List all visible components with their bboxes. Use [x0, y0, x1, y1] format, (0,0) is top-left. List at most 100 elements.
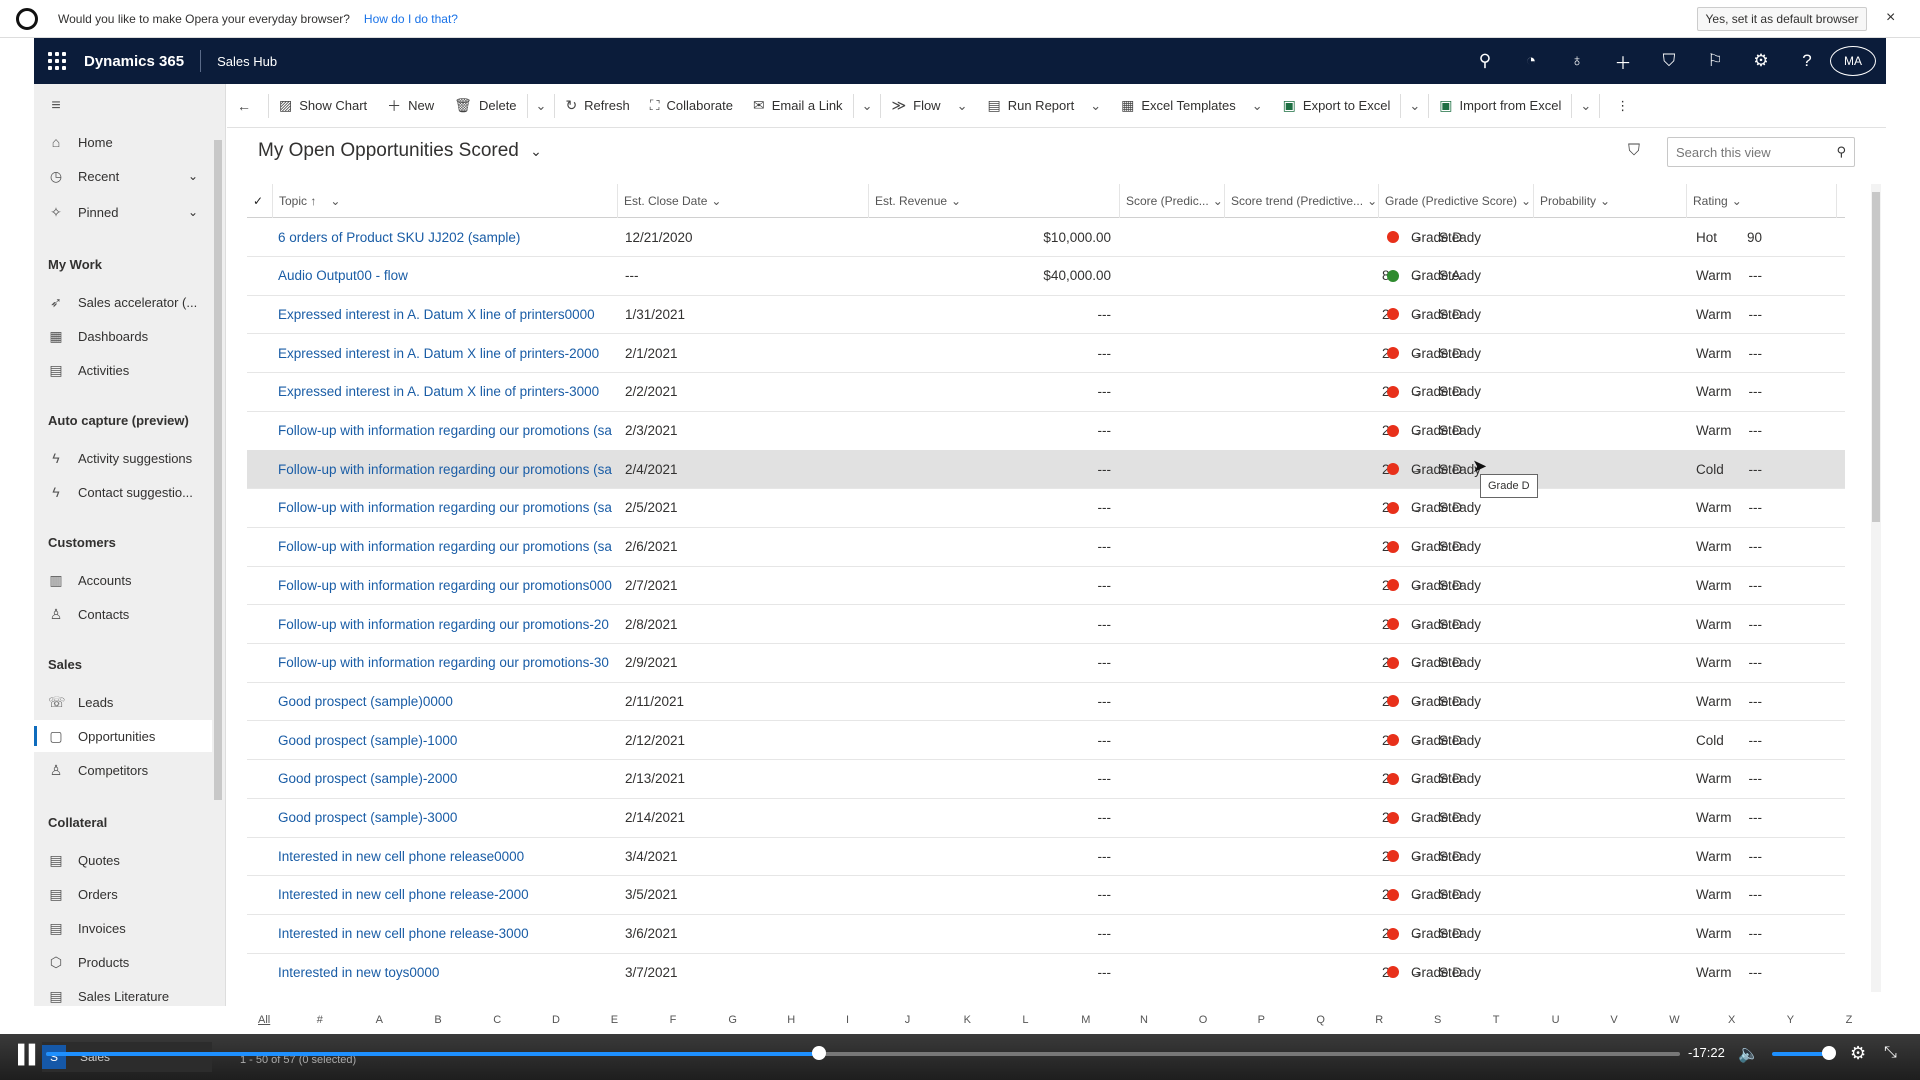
topic-link[interactable]: Good prospect (sample)-2000	[278, 760, 618, 798]
video-seek-handle[interactable]	[812, 1046, 826, 1060]
set-default-button[interactable]: Yes, set it as default browser	[1697, 7, 1867, 31]
app-name[interactable]: Dynamics 365	[84, 53, 184, 70]
sidebar-item-sales-accelerator[interactable]: ➶ Sales accelerator (...	[34, 286, 212, 318]
chevron-down-icon[interactable]: ⌄	[188, 205, 198, 219]
sidebar-item-accounts[interactable]: ▥ Accounts	[34, 564, 212, 596]
alphabet-filter-u[interactable]: U	[1552, 1014, 1560, 1026]
sidebar-item-contacts[interactable]: ♙ Contacts	[34, 598, 212, 630]
table-row[interactable]: Audio Output00 - flow---$40,000.0080→Ste…	[247, 257, 1845, 296]
table-row[interactable]: Interested in new cell phone release-200…	[247, 876, 1845, 915]
sidebar-item-contact-suggestions[interactable]: ϟ Contact suggestio...	[34, 476, 212, 508]
alphabet-filter-p[interactable]: P	[1258, 1014, 1265, 1026]
new-button[interactable]: ＋ New	[377, 84, 444, 128]
table-row[interactable]: 6 orders of Product SKU JJ202 (sample) 12…	[247, 218, 1845, 257]
topic-link[interactable]: Follow-up with information regarding our…	[278, 450, 618, 488]
alphabet-filter-z[interactable]: Z	[1846, 1014, 1853, 1026]
alphabet-filter-w[interactable]: W	[1669, 1014, 1679, 1026]
alphabet-filter-c[interactable]: C	[493, 1014, 501, 1026]
export-more-dropdown[interactable]: ⌄	[1401, 84, 1428, 128]
sidebar-item-opportunities[interactable]: ▢ Opportunities	[34, 720, 212, 752]
table-row[interactable]: Follow-up with information regarding our…	[247, 489, 1845, 528]
alphabet-filter-t[interactable]: T	[1493, 1014, 1500, 1026]
sidebar-item-competitors[interactable]: ♙ Competitors	[34, 754, 212, 786]
alphabet-filter-l[interactable]: L	[1022, 1014, 1028, 1026]
topic-link[interactable]: Expressed interest in A. Datum X line of…	[278, 334, 618, 372]
alphabet-filter-hash[interactable]: #	[317, 1014, 323, 1026]
search-icon[interactable]: ⚲	[1462, 51, 1508, 71]
back-button[interactable]: ←	[227, 84, 268, 128]
alphabet-filter-f[interactable]: F	[670, 1014, 677, 1026]
filter-icon[interactable]: ⛉	[1628, 142, 1640, 160]
refresh-button[interactable]: ↻ Refresh	[555, 84, 639, 128]
lightbulb-icon[interactable]: ♁	[1554, 51, 1600, 71]
sidebar-item-leads[interactable]: ☏ Leads	[34, 686, 212, 718]
alphabet-filter-all[interactable]: All	[258, 1014, 270, 1026]
alphabet-filter-r[interactable]: R	[1375, 1014, 1383, 1026]
select-all-checkbox[interactable]: ✓	[247, 184, 273, 218]
delete-button[interactable]: 🗑 Delete	[444, 84, 526, 128]
topic-link[interactable]: Follow-up with information regarding our…	[278, 528, 618, 566]
run-report-button[interactable]: ▤ Run Report ⌄	[977, 84, 1111, 128]
collaborate-button[interactable]: ⛶ Collaborate	[640, 84, 743, 128]
table-row[interactable]: Interested in new cell phone release0000…	[247, 837, 1845, 877]
avatar[interactable]: MA	[1830, 46, 1876, 76]
sidebar-item-pinned[interactable]: ✧ Pinned ⌄	[34, 196, 212, 228]
topic-link[interactable]: Follow-up with information regarding our…	[278, 605, 618, 643]
task-icon[interactable]: ◔	[1508, 51, 1554, 71]
feedback-icon[interactable]: ⚐	[1692, 51, 1738, 71]
search-input[interactable]: Search this view ⚲	[1667, 137, 1855, 167]
alphabet-filter-d[interactable]: D	[552, 1014, 560, 1026]
alphabet-filter-k[interactable]: K	[964, 1014, 971, 1026]
topic-link[interactable]: Good prospect (sample)-1000	[278, 721, 618, 759]
topic-link[interactable]: Interested in new cell phone release-200…	[278, 876, 618, 914]
table-row[interactable]: Follow-up with information regarding our…	[247, 450, 1845, 490]
alphabet-filter-x[interactable]: X	[1728, 1014, 1735, 1026]
sidebar-item-quotes[interactable]: ▤ Quotes	[34, 844, 212, 876]
alphabet-filter-q[interactable]: Q	[1316, 1014, 1325, 1026]
fullscreen-icon[interactable]: ⤡	[1884, 1044, 1897, 1062]
scrollbar-thumb[interactable]	[1872, 192, 1880, 522]
close-icon[interactable]: ×	[1886, 9, 1895, 27]
column-header-score-trend[interactable]: Score trend (Predictive... ⌄	[1225, 184, 1379, 218]
topic-link[interactable]: Expressed interest in A. Datum X line of…	[278, 295, 618, 333]
alphabet-filter-b[interactable]: B	[434, 1014, 441, 1026]
alphabet-filter-i[interactable]: I	[846, 1014, 849, 1026]
sidebar-item-orders[interactable]: ▤ Orders	[34, 878, 212, 910]
chevron-down-icon[interactable]: ⌄	[188, 169, 198, 183]
table-row[interactable]: Good prospect (sample)-3000 2/14/2021 --- 2…	[247, 799, 1845, 838]
topic-link[interactable]: Expressed interest in A. Datum X line of…	[278, 373, 618, 411]
sidebar-item-products[interactable]: ⬡ Products	[34, 946, 212, 978]
topic-link[interactable]: Follow-up with information regarding our…	[278, 489, 618, 527]
alphabet-filter-y[interactable]: Y	[1787, 1014, 1794, 1026]
column-header-probability[interactable]: Probability ⌄	[1534, 184, 1687, 218]
import-more-dropdown[interactable]: ⌄	[1572, 84, 1599, 128]
import-excel-button[interactable]: ▣ Import from Excel	[1429, 84, 1571, 128]
topic-link[interactable]: Interested in new cell phone release0000	[278, 837, 618, 875]
sidebar-item-activity-suggestions[interactable]: ϟ Activity suggestions	[34, 442, 212, 474]
topic-link[interactable]: Interested in new cell phone release-300…	[278, 915, 618, 953]
column-header-close-date[interactable]: Est. Close Date ⌄	[618, 184, 869, 218]
topic-link[interactable]: Good prospect (sample)0000	[278, 682, 618, 720]
alphabet-filter-v[interactable]: V	[1610, 1014, 1617, 1026]
alphabet-filter-e[interactable]: E	[611, 1014, 618, 1026]
topic-link[interactable]: Follow-up with information regarding our…	[278, 566, 618, 604]
topic-link[interactable]: Audio Output00 - flow	[278, 257, 618, 295]
column-header-score[interactable]: Score (Predic... ⌄	[1120, 184, 1225, 218]
column-header-topic[interactable]: Topic ↑ ⌄	[273, 184, 618, 218]
delete-more-dropdown[interactable]: ⌄	[528, 84, 555, 128]
column-header-grade[interactable]: Grade (Predictive Score) ⌄	[1379, 184, 1534, 218]
sidebar-item-activities[interactable]: ▤ Activities	[34, 354, 212, 386]
table-row[interactable]: Follow-up with information regarding our…	[247, 566, 1845, 606]
table-row[interactable]: Follow-up with information regarding our…	[247, 605, 1845, 644]
email-link-button[interactable]: ✉ Email a Link	[743, 84, 853, 128]
table-row[interactable]: Interested in new toys00003/7/2021---24→…	[247, 953, 1845, 988]
sidebar-scrollbar[interactable]	[214, 140, 222, 800]
sidebar-item-dashboards[interactable]: ▦ Dashboards	[34, 320, 212, 352]
table-row[interactable]: Good prospect (sample)0000 2/11/2021 --- 24…	[247, 682, 1845, 722]
volume-icon[interactable]: 🔈	[1738, 1044, 1759, 1064]
help-icon[interactable]: ?	[1784, 51, 1830, 71]
sidebar-item-invoices[interactable]: ▤ Invoices	[34, 912, 212, 944]
email-more-dropdown[interactable]: ⌄	[854, 84, 881, 128]
table-row[interactable]: Interested in new cell phone release-300…	[247, 915, 1845, 954]
alphabet-filter-s[interactable]: S	[1434, 1014, 1441, 1026]
